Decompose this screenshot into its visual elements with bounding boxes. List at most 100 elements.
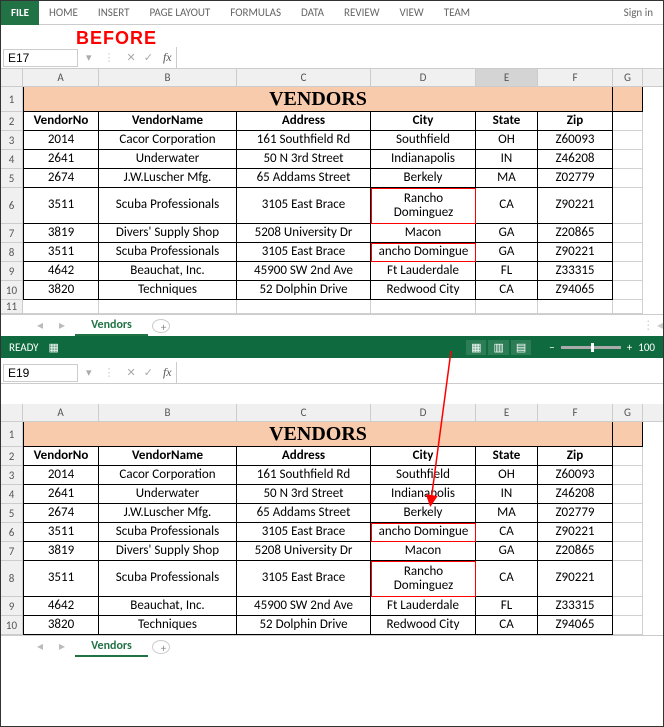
- data-cell[interactable]: 65 Addams Street: [237, 169, 371, 188]
- data-cell[interactable]: Indianapolis: [371, 150, 476, 169]
- data-cell[interactable]: Techniques: [99, 281, 237, 300]
- data-cell[interactable]: Z60093: [538, 131, 613, 150]
- view-pagebreak-icon[interactable]: ▤: [511, 340, 531, 355]
- data-cell[interactable]: Berkely: [371, 169, 476, 188]
- data-cell[interactable]: Z90221: [538, 523, 613, 542]
- data-cell[interactable]: 45900 SW 2nd Ave: [237, 262, 371, 281]
- data-cell[interactable]: 50 N 3rd Street: [237, 485, 371, 504]
- data-cell[interactable]: 5208 University Dr: [237, 224, 371, 243]
- data-cell[interactable]: CA: [476, 561, 538, 597]
- zoom-level[interactable]: 100: [638, 341, 655, 354]
- tab-home[interactable]: HOME: [39, 2, 88, 23]
- title-cell[interactable]: VENDORS: [23, 87, 613, 112]
- data-cell[interactable]: J.W.Luscher Mfg.: [99, 169, 237, 188]
- data-cell[interactable]: IN: [476, 150, 538, 169]
- data-cell[interactable]: Z33315: [538, 597, 613, 616]
- data-cell[interactable]: Z33315: [538, 262, 613, 281]
- data-cell[interactable]: CA: [476, 281, 538, 300]
- header-cell[interactable]: Zip: [538, 447, 613, 466]
- data-cell[interactable]: 3820: [23, 281, 99, 300]
- data-cell[interactable]: 45900 SW 2nd Ave: [237, 597, 371, 616]
- sheet-nav-right[interactable]: ▸: [53, 639, 71, 654]
- data-cell[interactable]: Macon: [371, 542, 476, 561]
- sheet-nav-left[interactable]: ◂: [31, 318, 49, 333]
- sheet-nav-right[interactable]: ▸: [53, 318, 71, 333]
- tab-team[interactable]: TEAM: [434, 2, 480, 23]
- data-cell[interactable]: Techniques: [99, 616, 237, 635]
- header-cell[interactable]: VendorNo: [23, 112, 99, 131]
- sheet-nav-left[interactable]: ◂: [31, 639, 49, 654]
- data-cell[interactable]: 4642: [23, 262, 99, 281]
- data-cell[interactable]: 3511: [23, 561, 99, 597]
- data-cell[interactable]: MA: [476, 169, 538, 188]
- data-cell[interactable]: 52 Dolphin Drive: [237, 281, 371, 300]
- col-A[interactable]: A: [23, 69, 99, 86]
- data-cell[interactable]: Z20865: [538, 542, 613, 561]
- data-cell[interactable]: Berkely: [371, 504, 476, 523]
- data-cell[interactable]: 3511: [23, 188, 99, 224]
- col-B[interactable]: B: [99, 404, 237, 421]
- data-cell[interactable]: ancho Domingue: [371, 243, 476, 262]
- header-cell[interactable]: Address: [237, 112, 371, 131]
- data-cell[interactable]: FL: [476, 597, 538, 616]
- col-D[interactable]: D: [371, 69, 476, 86]
- data-cell[interactable]: GA: [476, 542, 538, 561]
- header-cell[interactable]: VendorName: [99, 447, 237, 466]
- col-D[interactable]: D: [371, 404, 476, 421]
- col-A[interactable]: A: [23, 404, 99, 421]
- data-cell[interactable]: CA: [476, 523, 538, 542]
- col-G[interactable]: G: [613, 404, 643, 421]
- data-cell[interactable]: GA: [476, 243, 538, 262]
- data-cell[interactable]: Beauchat, Inc.: [99, 597, 237, 616]
- enter-icon[interactable]: ✓: [144, 366, 153, 379]
- data-cell[interactable]: Scuba Professionals: [99, 523, 237, 542]
- header-cell[interactable]: Address: [237, 447, 371, 466]
- formula-input[interactable]: [176, 362, 663, 383]
- data-cell[interactable]: Z46208: [538, 485, 613, 504]
- data-cell[interactable]: Ft Lauderdale: [371, 262, 476, 281]
- sheet-tab-vendors[interactable]: Vendors: [75, 316, 148, 336]
- data-cell[interactable]: GA: [476, 224, 538, 243]
- data-cell[interactable]: Z94065: [538, 616, 613, 635]
- data-cell[interactable]: 3105 East Brace: [237, 243, 371, 262]
- file-tab[interactable]: FILE: [1, 1, 39, 25]
- data-cell[interactable]: 2674: [23, 504, 99, 523]
- dropdown-icon[interactable]: ▾: [86, 366, 92, 379]
- col-C[interactable]: C: [237, 404, 371, 421]
- col-E[interactable]: E: [476, 69, 538, 86]
- data-cell[interactable]: Underwater: [99, 485, 237, 504]
- new-sheet-button[interactable]: +: [152, 319, 170, 333]
- col-G[interactable]: G: [613, 69, 643, 86]
- data-cell[interactable]: Z60093: [538, 466, 613, 485]
- data-cell[interactable]: 50 N 3rd Street: [237, 150, 371, 169]
- data-cell[interactable]: IN: [476, 485, 538, 504]
- data-cell[interactable]: Z02779: [538, 169, 613, 188]
- data-cell[interactable]: 52 Dolphin Drive: [237, 616, 371, 635]
- data-cell[interactable]: 4642: [23, 597, 99, 616]
- select-all[interactable]: [1, 69, 23, 86]
- zoom-slider[interactable]: [561, 346, 621, 349]
- header-cell[interactable]: State: [476, 447, 538, 466]
- data-cell[interactable]: CA: [476, 616, 538, 635]
- cancel-icon[interactable]: ✕: [127, 366, 136, 379]
- data-cell[interactable]: Rancho Dominguez: [371, 188, 476, 224]
- name-box[interactable]: [3, 364, 78, 382]
- col-F[interactable]: F: [538, 69, 613, 86]
- data-cell[interactable]: Z94065: [538, 281, 613, 300]
- data-cell[interactable]: 5208 University Dr: [237, 542, 371, 561]
- sign-in-link[interactable]: Sign in: [614, 2, 663, 23]
- data-cell[interactable]: MA: [476, 504, 538, 523]
- tab-review[interactable]: REVIEW: [334, 2, 390, 23]
- new-sheet-button[interactable]: +: [152, 640, 170, 654]
- header-cell[interactable]: State: [476, 112, 538, 131]
- tab-view[interactable]: VIEW: [390, 2, 434, 23]
- header-cell[interactable]: City: [371, 447, 476, 466]
- tab-data[interactable]: DATA: [291, 2, 334, 23]
- tab-insert[interactable]: INSERT: [88, 2, 140, 23]
- data-cell[interactable]: 2674: [23, 169, 99, 188]
- data-cell[interactable]: Z90221: [538, 243, 613, 262]
- zoom-out-icon[interactable]: −: [549, 341, 554, 354]
- name-box[interactable]: [3, 49, 78, 67]
- data-cell[interactable]: 3105 East Brace: [237, 188, 371, 224]
- col-F[interactable]: F: [538, 404, 613, 421]
